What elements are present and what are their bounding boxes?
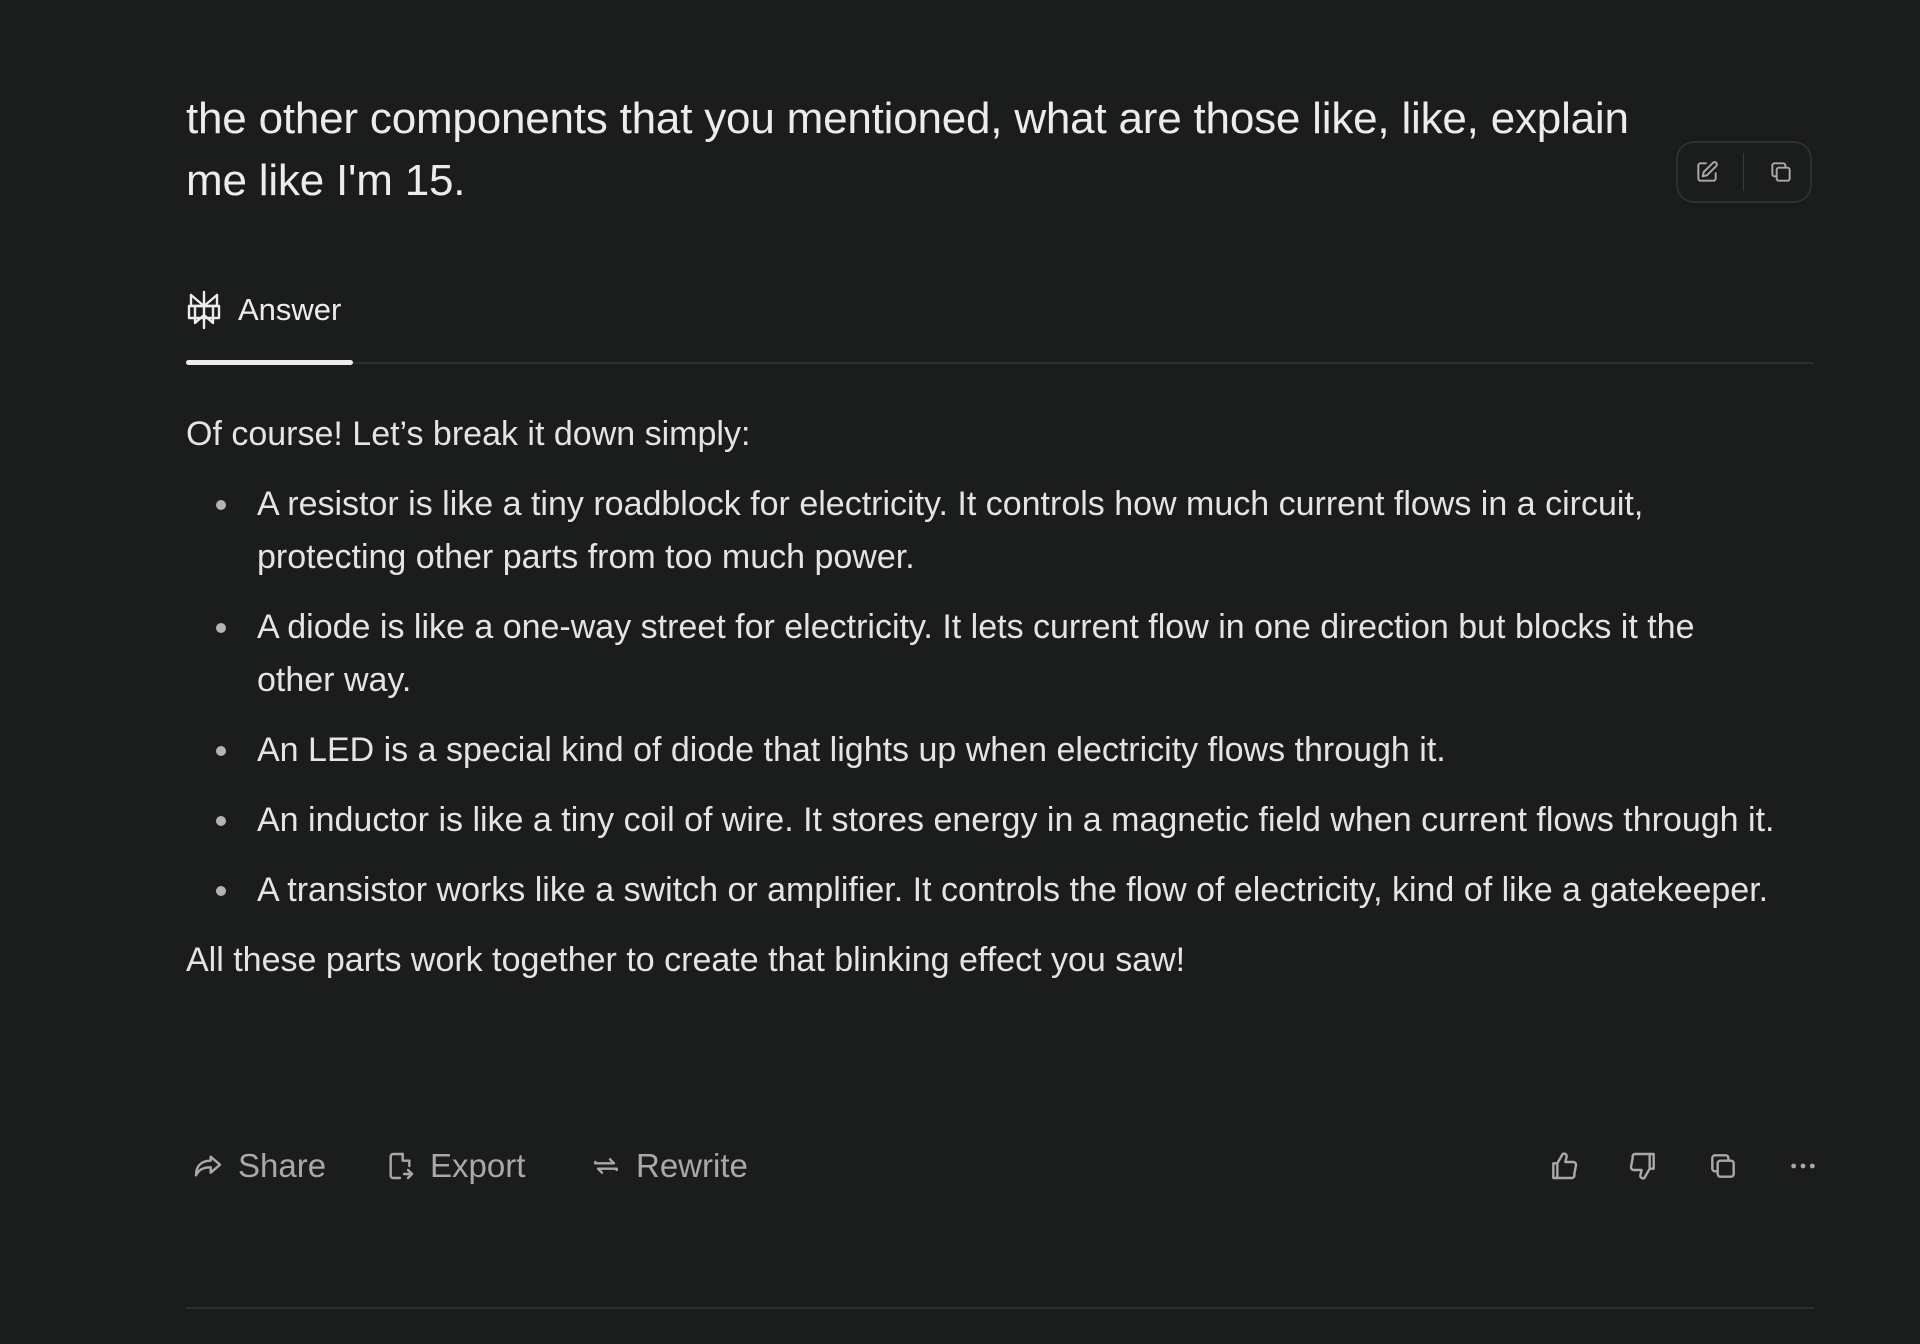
list-item-text: A transistor works like a switch or ampl…: [257, 871, 1769, 909]
share-icon: [194, 1155, 222, 1177]
rewrite-icon: [594, 1158, 618, 1174]
copy-icon: [1771, 162, 1791, 182]
share-label: Share: [238, 1147, 327, 1184]
bullet-dot: [216, 623, 226, 633]
edit-question-button[interactable]: [1685, 150, 1729, 194]
question-actions: [1676, 141, 1812, 203]
perplexity-logo-icon: [187, 290, 221, 330]
question-actions-separator: [1743, 153, 1745, 191]
export-label: Export: [430, 1147, 526, 1184]
tab-answer-label: Answer: [238, 292, 342, 327]
edit-icon: [1697, 161, 1718, 182]
answer-outro: All these parts work together to create …: [186, 941, 1186, 979]
answer-actions: Share Export Rewrite: [186, 1138, 1815, 1194]
list-item: An LED is a special kind of diode that l…: [186, 724, 1796, 777]
list-item: An inductor is like a tiny coil of wire.…: [186, 794, 1796, 847]
thread: the other components that you mentioned,…: [186, 0, 1815, 1344]
bullet-dot: [216, 746, 226, 756]
bullet-dot: [216, 886, 226, 896]
active-tab-indicator: [186, 360, 353, 365]
copy-icon: [1711, 1154, 1735, 1178]
list-item-text: A diode is like a one-way street for ele…: [257, 608, 1695, 699]
list-item-text: An inductor is like a tiny coil of wire.…: [257, 801, 1775, 839]
thumbs-down-button[interactable]: [1619, 1142, 1667, 1190]
thumbs-down-icon: [1629, 1152, 1655, 1180]
tab-answer[interactable]: Answer: [186, 280, 341, 340]
bullet-dot: [216, 816, 226, 826]
export-button[interactable]: Export: [384, 1138, 525, 1194]
question-text: the other components that you mentioned,…: [186, 94, 1629, 205]
answer-list: A resistor is like a tiny roadblock for …: [186, 478, 1796, 917]
list-item: A diode is like a one-way street for ele…: [186, 601, 1796, 707]
answer-tabs: Answer: [186, 270, 1814, 365]
list-item-text: An LED is a special kind of diode that l…: [257, 731, 1446, 769]
copy-question-button[interactable]: [1759, 150, 1803, 194]
list-item-text: A resistor is like a tiny roadblock for …: [257, 485, 1644, 576]
list-item: A transistor works like a switch or ampl…: [186, 864, 1796, 917]
thumbs-up-button[interactable]: [1540, 1142, 1588, 1190]
more-icon: [1791, 1163, 1815, 1169]
more-options-button[interactable]: [1779, 1142, 1827, 1190]
answer-body: Of course! Let’s break it down simply: A…: [186, 408, 1796, 987]
bullet-dot: [216, 500, 226, 510]
copy-answer-button[interactable]: [1699, 1142, 1747, 1190]
share-button[interactable]: Share: [192, 1138, 326, 1194]
list-item: A resistor is like a tiny roadblock for …: [186, 478, 1796, 584]
answer-intro: Of course! Let’s break it down simply:: [186, 415, 751, 453]
rewrite-button[interactable]: Rewrite: [590, 1138, 748, 1194]
tab-divider: [186, 362, 1814, 364]
rewrite-label: Rewrite: [636, 1147, 748, 1184]
thread-divider: [186, 1307, 1814, 1309]
export-file-icon: [389, 1152, 414, 1180]
thumbs-up-icon: [1552, 1152, 1578, 1180]
